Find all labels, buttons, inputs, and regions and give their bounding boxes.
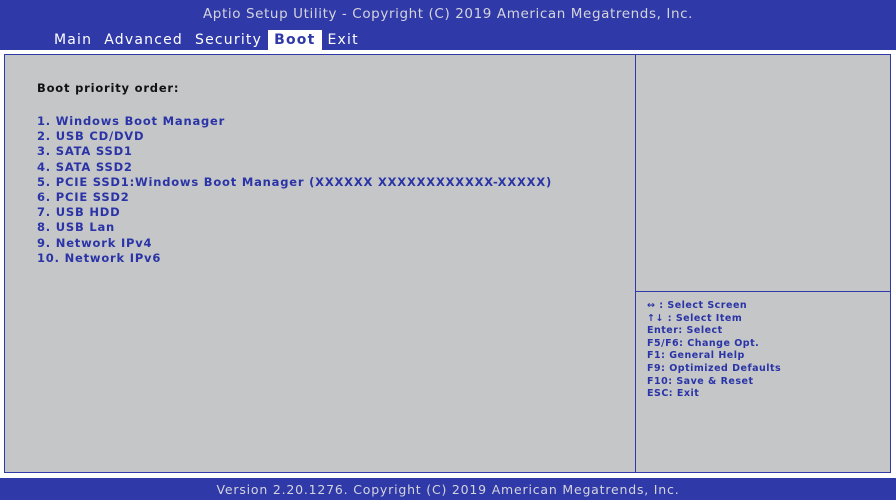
boot-option-3[interactable]: 3. SATA SSD1 [37, 144, 552, 159]
help-change-option: F5/F6: Change Opt. [647, 337, 760, 349]
version-text: Version 2.20.1276. Copyright (C) 2019 Am… [216, 482, 680, 497]
main-panel: Boot priority order: 1. Windows Boot Man… [4, 54, 891, 473]
help-optimized-defaults: F9: Optimized Defaults [647, 362, 782, 374]
boot-priority-heading: Boot priority order: [37, 81, 180, 95]
boot-priority-list: 1. Windows Boot Manager 2. USB CD/DVD 3.… [37, 114, 552, 266]
boot-option-1[interactable]: 1. Windows Boot Manager [37, 114, 552, 129]
boot-option-5[interactable]: 5. PCIE SSD1:Windows Boot Manager (XXXXX… [37, 175, 552, 190]
tab-main[interactable]: Main [48, 30, 98, 50]
help-save-reset: F10: Save & Reset [647, 375, 754, 387]
tab-bar: Main Advanced Security Boot Exit [48, 30, 365, 50]
boot-option-10[interactable]: 10. Network IPv6 [37, 251, 552, 266]
vertical-divider [635, 55, 636, 472]
help-divider [636, 291, 890, 292]
boot-option-9[interactable]: 9. Network IPv4 [37, 236, 552, 251]
tab-exit[interactable]: Exit [322, 30, 365, 50]
tab-advanced[interactable]: Advanced [98, 30, 189, 50]
boot-option-2[interactable]: 2. USB CD/DVD [37, 129, 552, 144]
help-select-item: ↑↓ : Select Item [647, 312, 743, 324]
bios-setup-screen: Aptio Setup Utility - Copyright (C) 2019… [0, 0, 896, 500]
footer-bar: Version 2.20.1276. Copyright (C) 2019 Am… [0, 478, 896, 500]
help-select-screen: ↔ : Select Screen [647, 300, 748, 311]
help-general-help: F1: General Help [647, 350, 745, 362]
boot-option-4[interactable]: 4. SATA SSD2 [37, 160, 552, 175]
boot-option-7[interactable]: 7. USB HDD [37, 205, 552, 220]
tab-security[interactable]: Security [189, 30, 268, 50]
help-enter-select: Enter: Select [647, 325, 723, 337]
header-bar: Aptio Setup Utility - Copyright (C) 2019… [0, 0, 896, 50]
boot-option-8[interactable]: 8. USB Lan [37, 220, 552, 235]
key-help-list: ↔ : Select Screen ↑↓ : Select Item Enter… [647, 300, 781, 401]
utility-title: Aptio Setup Utility - Copyright (C) 2019… [202, 6, 694, 22]
boot-option-6[interactable]: 6. PCIE SSD2 [37, 190, 552, 205]
help-esc-exit: ESC: Exit [647, 388, 700, 400]
tab-boot[interactable]: Boot [268, 30, 322, 50]
